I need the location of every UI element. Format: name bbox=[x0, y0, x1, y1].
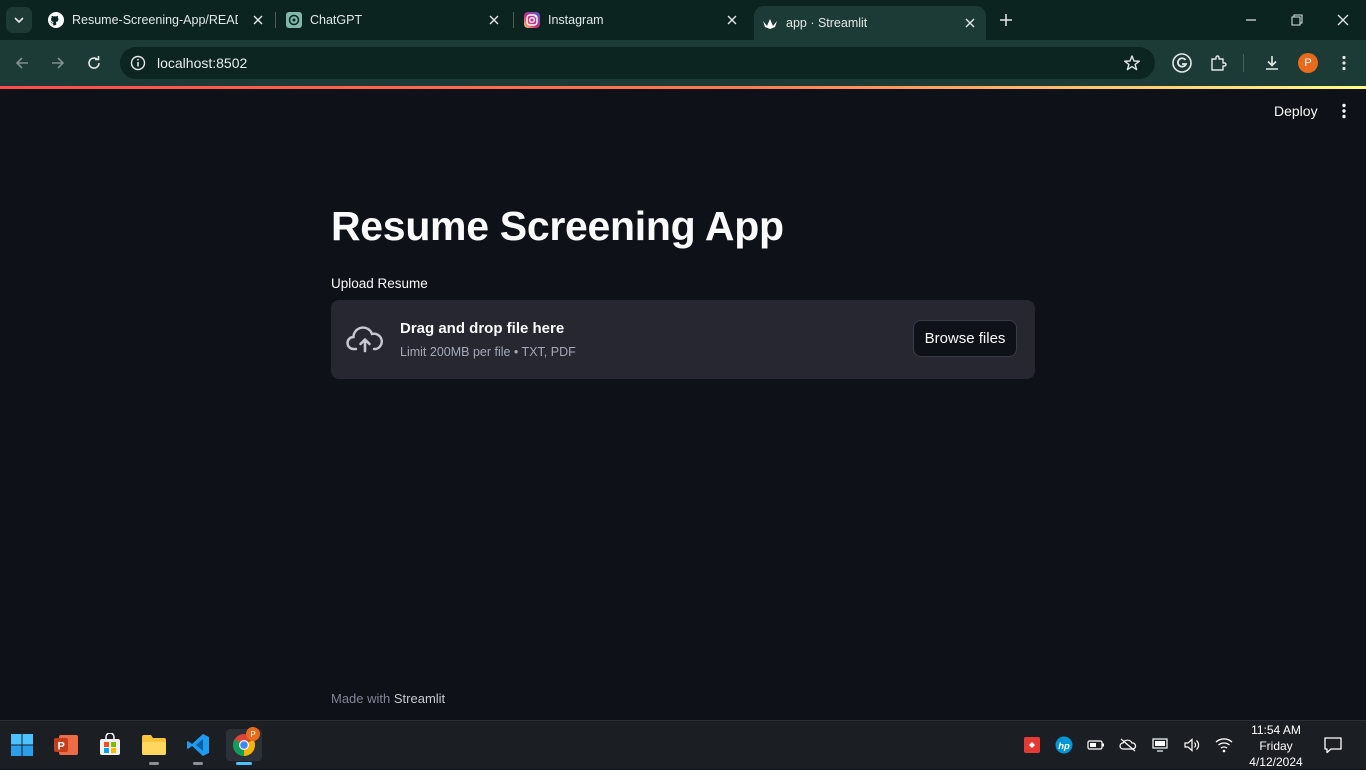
close-window-button[interactable] bbox=[1320, 0, 1366, 40]
powerpoint-icon[interactable]: P bbox=[50, 729, 82, 761]
vscode-icon[interactable] bbox=[182, 729, 214, 765]
display-icon[interactable] bbox=[1150, 735, 1170, 755]
dropzone-limit-text: Limit 200MB per file • TXT, PDF bbox=[400, 345, 576, 359]
tab-chatgpt[interactable]: ChatGPT bbox=[278, 0, 510, 40]
file-explorer-icon[interactable] bbox=[138, 729, 170, 765]
restore-icon bbox=[1291, 14, 1303, 26]
tab-title: ChatGPT bbox=[310, 13, 363, 27]
profile-initial: P bbox=[1298, 53, 1318, 73]
streamlit-icon bbox=[762, 15, 778, 31]
file-dropzone[interactable]: Drag and drop file here Limit 200MB per … bbox=[331, 300, 1035, 379]
cloud-upload-icon bbox=[346, 326, 383, 353]
back-button[interactable] bbox=[10, 51, 34, 75]
site-info-icon[interactable] bbox=[130, 55, 146, 71]
store-icon[interactable] bbox=[94, 729, 126, 761]
browser-tab-strip: Resume-Screening-App/READM ChatGPT Insta… bbox=[0, 0, 1366, 40]
page-title: Resume Screening App bbox=[331, 203, 784, 249]
footer-prefix: Made with bbox=[331, 691, 391, 706]
notification-center-icon[interactable] bbox=[1322, 734, 1344, 756]
toolbar-divider bbox=[1243, 54, 1244, 72]
downloads-icon[interactable] bbox=[1260, 51, 1284, 75]
extensions-icon[interactable] bbox=[1206, 51, 1230, 75]
taskbar-clock[interactable]: 11:54 AM Friday 4/12/2024 bbox=[1240, 722, 1312, 770]
tab-title: Instagram bbox=[548, 13, 604, 27]
svg-text:hp: hp bbox=[1058, 741, 1070, 752]
app-menu-button[interactable] bbox=[1334, 101, 1354, 121]
kebab-menu-icon bbox=[1342, 55, 1346, 71]
deploy-button[interactable]: Deploy bbox=[1266, 101, 1326, 121]
reload-button[interactable] bbox=[82, 51, 106, 75]
arrow-right-icon bbox=[52, 57, 65, 69]
onedrive-off-icon[interactable] bbox=[1118, 735, 1138, 755]
forward-button[interactable] bbox=[46, 51, 70, 75]
grammarly-icon[interactable] bbox=[1170, 51, 1194, 75]
browse-files-button[interactable]: Browse files bbox=[913, 320, 1017, 357]
tab-github[interactable]: Resume-Screening-App/READM bbox=[40, 0, 274, 40]
start-icon[interactable] bbox=[6, 729, 38, 761]
tab-instagram[interactable]: Instagram bbox=[516, 0, 748, 40]
footer-streamlit-link[interactable]: Streamlit bbox=[394, 691, 445, 706]
chrome-profile-badge: P bbox=[246, 727, 260, 741]
footer: Made with Streamlit bbox=[331, 691, 445, 706]
restore-button[interactable] bbox=[1274, 0, 1320, 40]
minimize-button[interactable] bbox=[1228, 0, 1274, 40]
github-icon bbox=[48, 12, 64, 28]
kebab-menu-icon bbox=[1342, 103, 1346, 119]
running-indicator bbox=[149, 762, 159, 765]
tab-title: Resume-Screening-App/READM bbox=[72, 13, 238, 27]
minimize-icon bbox=[1246, 19, 1256, 21]
profile-avatar[interactable]: P bbox=[1296, 51, 1320, 75]
running-indicator bbox=[193, 762, 203, 765]
chatgpt-icon bbox=[286, 12, 302, 28]
streamlit-header-decoration bbox=[0, 86, 1366, 89]
plus-icon bbox=[1000, 14, 1012, 26]
arrow-left-icon bbox=[15, 57, 28, 69]
close-tab-icon[interactable] bbox=[724, 12, 740, 28]
recording-app-icon[interactable] bbox=[1022, 735, 1042, 755]
windows-taskbar: P P hp 11:54 AM Friday 4/12/2024 bbox=[0, 720, 1366, 769]
clock-day: Friday bbox=[1259, 739, 1293, 753]
new-tab-button[interactable] bbox=[993, 0, 1019, 40]
chevron-down-icon bbox=[14, 17, 24, 24]
browser-menu-button[interactable] bbox=[1332, 51, 1356, 75]
clock-time: 11:54 AM bbox=[1251, 723, 1301, 737]
uploader-label: Upload Resume bbox=[331, 276, 428, 291]
address-bar[interactable]: localhost:8502 bbox=[120, 47, 1155, 79]
url-text[interactable]: localhost:8502 bbox=[157, 55, 247, 71]
reload-icon bbox=[88, 56, 100, 69]
volume-icon[interactable] bbox=[1182, 735, 1202, 755]
tab-title: app · Streamlit bbox=[786, 16, 868, 30]
active-indicator bbox=[236, 762, 252, 765]
tab-streamlit-app[interactable]: app · Streamlit bbox=[754, 6, 986, 40]
hp-icon[interactable]: hp bbox=[1054, 735, 1074, 755]
profile-initial: P bbox=[250, 729, 256, 739]
instagram-icon bbox=[524, 12, 540, 28]
tab-separator bbox=[513, 12, 514, 28]
svg-text:P: P bbox=[58, 741, 65, 753]
close-tab-icon[interactable] bbox=[962, 15, 978, 31]
tab-separator bbox=[275, 12, 276, 28]
chrome-icon[interactable]: P bbox=[226, 727, 262, 765]
close-tab-icon[interactable] bbox=[250, 12, 266, 28]
battery-icon[interactable] bbox=[1086, 735, 1106, 755]
wifi-icon[interactable] bbox=[1214, 735, 1234, 755]
browser-toolbar: localhost:8502 P bbox=[0, 40, 1366, 86]
bookmark-star-icon[interactable] bbox=[1123, 54, 1141, 72]
dropzone-instruction: Drag and drop file here bbox=[400, 320, 565, 337]
close-tab-icon[interactable] bbox=[486, 12, 502, 28]
tab-search-button[interactable] bbox=[6, 7, 32, 33]
close-icon bbox=[1337, 14, 1349, 26]
